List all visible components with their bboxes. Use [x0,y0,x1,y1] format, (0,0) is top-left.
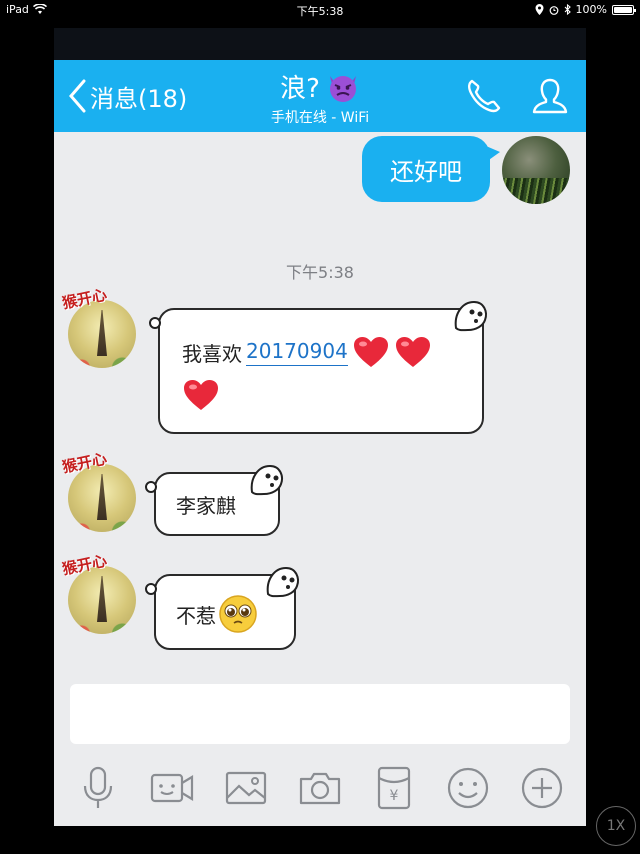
chat-subtitle: 手机在线 - WiFi [270,110,370,126]
back-label: 消息(18) [90,84,188,113]
chat-title-area[interactable]: 浪? 手机在线 - WiFi [204,68,436,127]
incoming-message-bubble[interactable]: 不惹 [145,566,299,650]
my-avatar[interactable] [502,136,570,204]
bluetooth-icon [564,4,571,15]
emoji-icon[interactable] [444,764,492,812]
ghost-decoration-icon [454,300,487,332]
contact-avatar[interactable]: 猴开心 [61,286,140,368]
nav-bar: 消息(18) 浪? 手机在线 - WiFi [54,60,586,132]
message-link[interactable]: 20170904 [246,339,348,366]
bubble-tail-icon [145,481,157,493]
back-button[interactable]: 消息(18) [66,78,187,114]
heart-emoji-icon [395,337,430,367]
battery-icon [612,4,636,15]
video-icon[interactable] [148,764,196,812]
ghost-decoration-icon [266,566,299,598]
red-packet-icon[interactable]: ¥ [370,764,418,812]
heart-emoji-icon [184,380,218,410]
top-strip [54,28,586,60]
input-toolbar: ¥ [54,754,586,826]
profile-icon[interactable] [530,76,570,116]
message-timestamp: 下午5:38 [286,263,354,282]
pleading-face-emoji-icon [219,595,257,633]
camera-icon[interactable] [296,764,344,812]
bubble-tail-icon [145,583,157,595]
phone-icon[interactable] [464,76,504,116]
zoom-button[interactable]: 1X [596,806,636,846]
alarm-icon [549,5,558,15]
heart-emoji-icon [353,337,388,367]
message-text: 我喜欢 [182,341,242,366]
zoom-label: 1X [606,818,626,834]
message-text: 不惹 [176,603,216,628]
plus-icon[interactable] [518,764,566,812]
devil-emoji-icon [329,75,356,102]
bubble-tail-icon [149,317,161,329]
incoming-message-bubble[interactable]: 李家麒 [145,464,283,536]
outgoing-message-bubble[interactable]: 还好吧 [362,136,500,202]
ghost-decoration-icon [250,464,283,496]
contact-avatar[interactable]: 猴开心 [61,450,140,532]
message-text: 还好吧 [390,157,462,186]
location-icon [535,4,544,15]
red-packet-symbol: ¥ [390,788,399,804]
chevron-left-icon [69,79,86,113]
microphone-icon[interactable] [74,764,122,812]
image-icon[interactable] [222,764,270,812]
message-input[interactable] [70,684,570,744]
chat-title: 浪? [280,74,320,104]
message-text: 李家麒 [176,494,236,518]
incoming-message-bubble[interactable]: 我喜欢 20170904 [149,300,487,434]
contact-avatar[interactable]: 猴开心 [61,552,140,634]
status-bar: iPad 下午5:38 100% [0,0,640,20]
chat-window: 消息(18) 浪? 手机在线 - WiFi 还好吧 下午5:38 猴开心 我喜欢… [54,28,586,826]
battery-percent: 100% [575,3,607,16]
